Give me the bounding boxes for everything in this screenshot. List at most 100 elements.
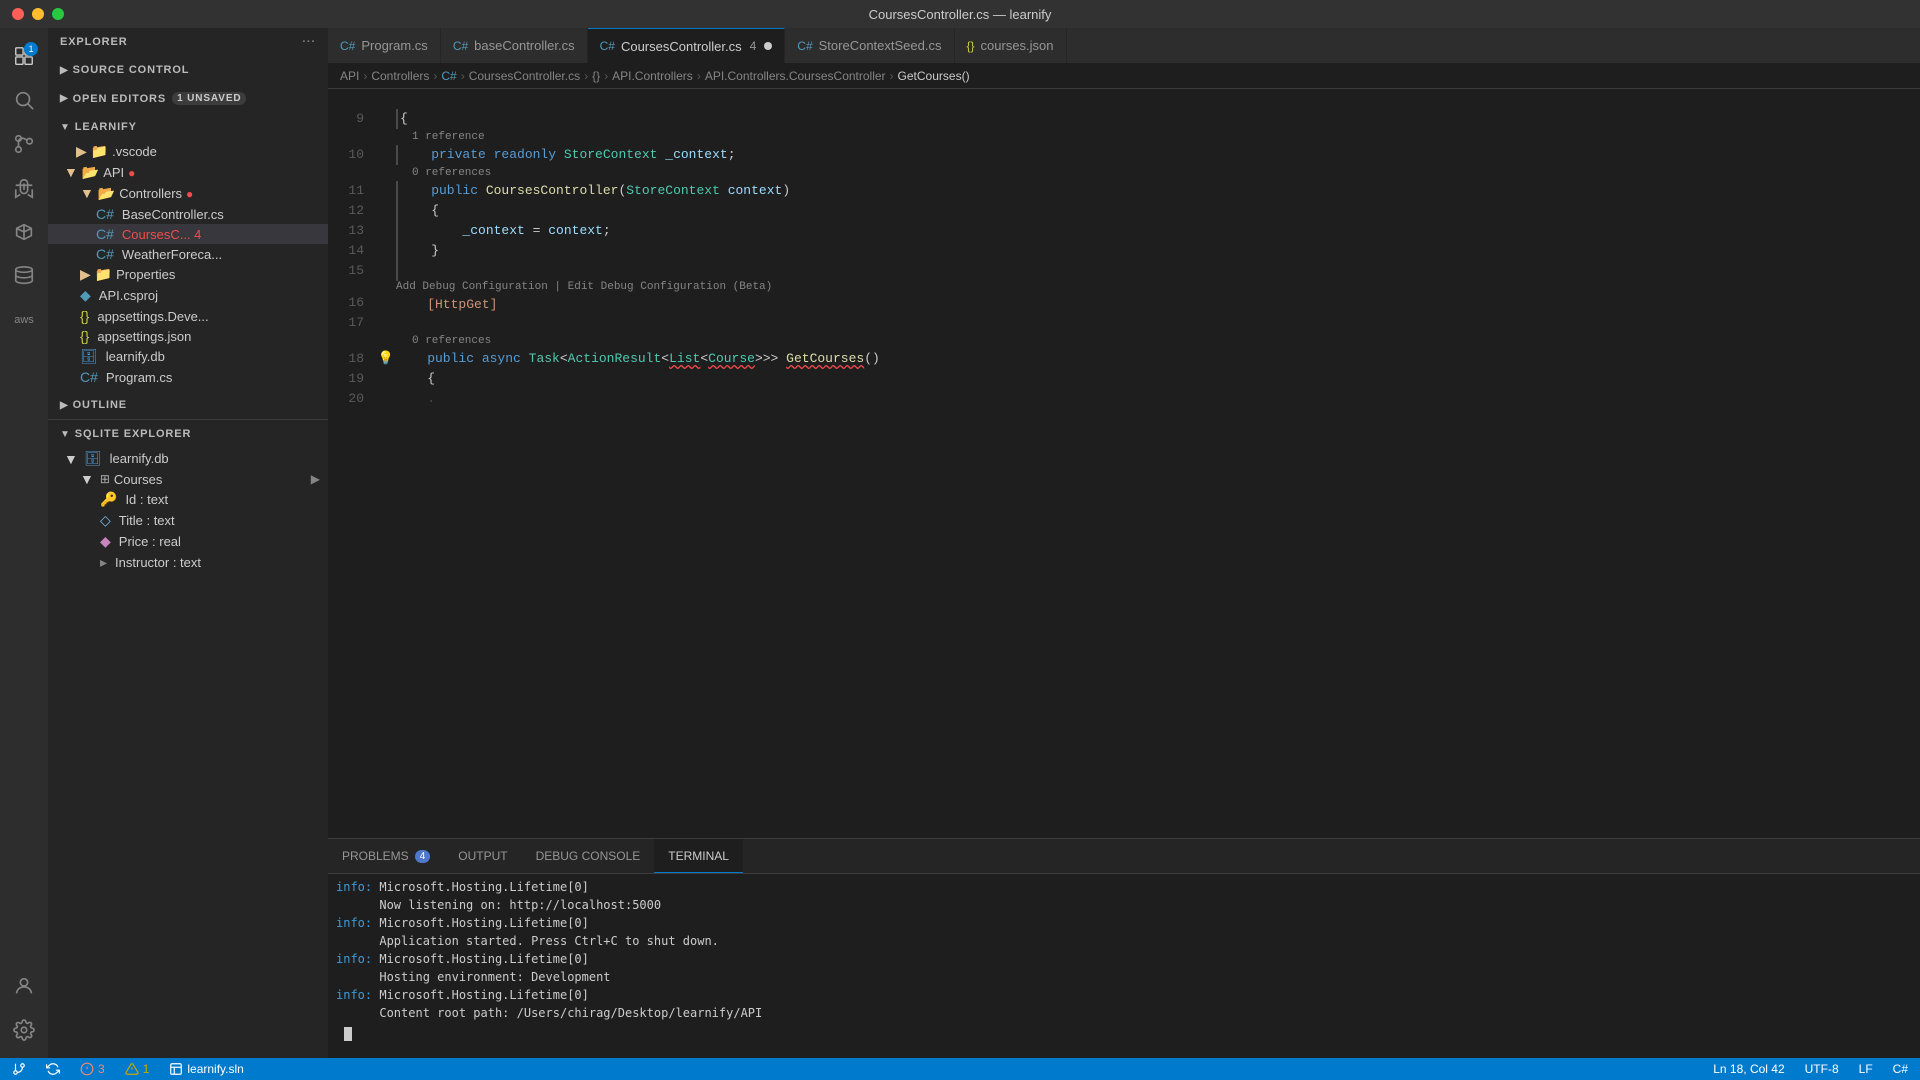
code-content[interactable]: { 1 reference private readonly StoreCont… — [396, 89, 1920, 838]
sb-sync[interactable] — [42, 1058, 64, 1080]
lightbulb-icon[interactable]: 💡 — [378, 349, 394, 369]
code-line-18: public async Task<ActionResult<List<Cour… — [396, 349, 1920, 369]
tree-item-controllers[interactable]: ▼ 📂 Controllers ● — [48, 183, 328, 204]
breadcrumb-controllers[interactable]: Controllers — [371, 69, 429, 83]
error-badge: ● — [186, 187, 193, 201]
activity-explorer[interactable]: 1 — [4, 36, 44, 76]
tab-terminal[interactable]: TERMINAL — [654, 839, 743, 873]
tab-error-count: 4 — [750, 39, 757, 53]
sb-eol[interactable]: LF — [1855, 1058, 1877, 1080]
tree-item-basecontroller[interactable]: C# BaseController.cs — [48, 204, 328, 224]
tree-item-programcs[interactable]: C# Program.cs — [48, 367, 328, 387]
column-label: Instructor : text — [115, 555, 201, 570]
explorer-more-button[interactable]: ··· — [302, 36, 316, 48]
activity-extensions[interactable] — [4, 212, 44, 252]
learnify-chevron: ▼ — [60, 122, 71, 133]
close-button[interactable] — [12, 8, 24, 20]
line-numbers: 9 10 11 12 13 14 15 16 17 18 19 — [328, 89, 376, 838]
tree-item-appsettings-dev[interactable]: {} appsettings.Deve... — [48, 306, 328, 326]
maximize-button[interactable] — [52, 8, 64, 20]
window-controls — [12, 8, 64, 20]
tab-basecontroller[interactable]: C# baseController.cs — [441, 28, 588, 63]
code-editor[interactable]: 9 10 11 12 13 14 15 16 17 18 19 — [328, 89, 1920, 838]
breadcrumb-cs[interactable]: C# — [441, 69, 456, 83]
code-line-14: } — [396, 241, 1920, 261]
sb-errors[interactable]: 3 — [76, 1058, 109, 1080]
minimize-button[interactable] — [32, 8, 44, 20]
json-tab-icon: {} — [967, 39, 975, 53]
breadcrumb-class[interactable]: API.Controllers.CoursesController — [705, 69, 886, 83]
tree-item-id-col[interactable]: 🔑 Id : text — [48, 489, 328, 510]
activity-source-control[interactable] — [4, 124, 44, 164]
activity-search[interactable] — [4, 80, 44, 120]
tab-debug-console[interactable]: DEBUG CONSOLE — [522, 839, 655, 873]
breadcrumb-ns-braces[interactable]: {} — [592, 69, 600, 83]
db-name: learnify.db — [110, 451, 169, 466]
tree-item-coursescontroller[interactable]: C# CoursesC... 4 — [48, 224, 328, 244]
tree-item-vscode[interactable]: ▶ 📁 .vscode — [48, 141, 328, 162]
breadcrumb-api[interactable]: API — [340, 69, 359, 83]
tab-program[interactable]: C# Program.cs — [328, 28, 441, 63]
sb-position[interactable]: Ln 18, Col 42 — [1709, 1058, 1788, 1080]
sb-language[interactable]: C# — [1889, 1058, 1912, 1080]
table-name: Courses — [114, 472, 162, 487]
tree-item-appsettings[interactable]: {} appsettings.json — [48, 326, 328, 346]
solution-icon — [169, 1062, 183, 1076]
outline-header[interactable]: ▶ OUTLINE — [48, 391, 328, 419]
tree-item-learnifydb[interactable]: 🗄 learnify.db — [48, 346, 328, 367]
tree-item-courses-table[interactable]: ▼ ⊞ Courses ▶ — [48, 469, 328, 489]
run-query-button[interactable]: ▶ — [311, 472, 320, 486]
sb-branch[interactable] — [8, 1058, 30, 1080]
tree-item-label: Properties — [116, 267, 175, 282]
activity-settings[interactable] — [4, 1010, 44, 1050]
unsaved-badge: 1 UNSAVED — [172, 92, 246, 105]
eol-label: LF — [1859, 1062, 1873, 1076]
breadcrumb-file[interactable]: CoursesController.cs — [469, 69, 580, 83]
solution-name: learnify.sln — [187, 1062, 243, 1076]
tab-coursescontroller[interactable]: C# CoursesController.cs 4 — [588, 28, 786, 63]
arrow-icon: ▸ — [100, 554, 107, 571]
tab-problems[interactable]: PROBLEMS 4 — [328, 839, 444, 873]
activity-database[interactable] — [4, 256, 44, 296]
tab-courses-json[interactable]: {} courses.json — [955, 28, 1067, 63]
sb-solution[interactable]: learnify.sln — [165, 1058, 247, 1080]
breadcrumb-method[interactable]: GetCourses() — [898, 69, 970, 83]
cs-icon: C# — [96, 206, 114, 222]
tree-item-price-col[interactable]: ◆ Price : real — [48, 531, 328, 552]
open-editors-chevron: ▶ — [60, 93, 69, 104]
tree-item-api[interactable]: ▼ 📂 API ● — [48, 162, 328, 183]
learnify-header[interactable]: ▼ LEARNIFY — [48, 113, 328, 141]
cs-tab-icon: C# — [453, 39, 468, 53]
tree-item-weatherforecast[interactable]: C# WeatherForeca... — [48, 244, 328, 264]
statusbar-right: Ln 18, Col 42 UTF-8 LF C# — [1709, 1058, 1912, 1080]
open-editors-label: OPEN EDITORS — [73, 93, 166, 105]
activity-aws[interactable]: aws — [4, 300, 44, 340]
ref-hint: 0 references — [396, 165, 1920, 181]
tree-item-db[interactable]: ▼ 🗄 learnify.db — [48, 448, 328, 469]
db-icon: 🗄 — [80, 348, 98, 365]
sqlite-header[interactable]: ▼ SQLITE EXPLORER — [48, 419, 328, 448]
tree-item-apicsproj[interactable]: ◆ API.csproj — [48, 285, 328, 306]
tree-item-title-col[interactable]: ◇ Title : text — [48, 510, 328, 531]
activity-debug[interactable] — [4, 168, 44, 208]
code-line-20: . — [396, 389, 1920, 409]
sb-warnings[interactable]: 1 — [121, 1058, 154, 1080]
tab-storecontextseed[interactable]: C# StoreContextSeed.cs — [785, 28, 954, 63]
breadcrumb-namespace[interactable]: API.Controllers — [612, 69, 693, 83]
activity-user[interactable] — [4, 966, 44, 1006]
terminal-line: Content root path: /Users/chirag/Desktop… — [336, 1004, 1912, 1022]
panel-tab-bar: PROBLEMS 4 OUTPUT DEBUG CONSOLE TERMINAL — [328, 839, 1920, 874]
terminal-cursor — [344, 1027, 352, 1041]
tree-item-properties[interactable]: ▶ 📁 Properties — [48, 264, 328, 285]
statusbar: 3 1 learnify.sln Ln 18, Col 42 UTF-8 LF — [0, 1058, 1920, 1080]
terminal-content[interactable]: info: Microsoft.Hosting.Lifetime[0] Now … — [328, 874, 1920, 1058]
sb-encoding[interactable]: UTF-8 — [1801, 1058, 1843, 1080]
json-icon: {} — [80, 328, 89, 344]
open-editors-header[interactable]: ▶ OPEN EDITORS 1 UNSAVED — [48, 84, 328, 113]
tree-item-instructor-col[interactable]: ▸ Instructor : text — [48, 552, 328, 573]
source-control-header[interactable]: ▶ SOURCE CONTROL — [48, 56, 328, 84]
folder-icon: ▶ 📁 — [76, 143, 108, 160]
code-line-19: { — [396, 369, 1920, 389]
cs-tab-icon: C# — [797, 39, 812, 53]
tab-output[interactable]: OUTPUT — [444, 839, 521, 873]
